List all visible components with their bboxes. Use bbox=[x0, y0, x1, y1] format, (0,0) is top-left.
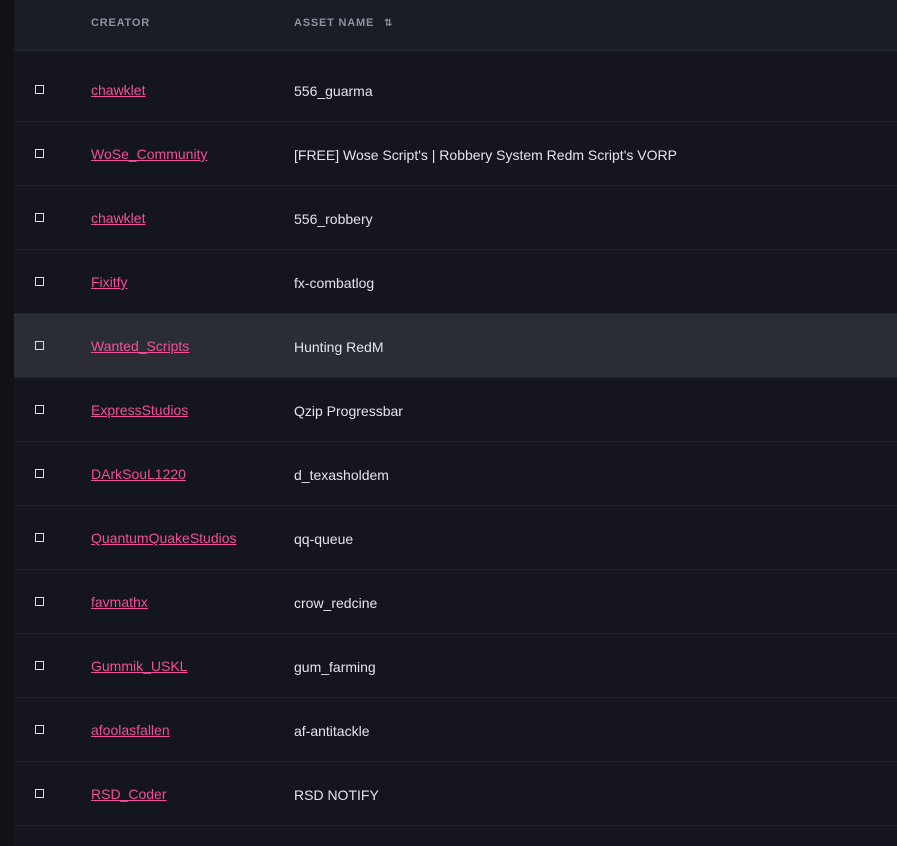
creator-link[interactable]: Gummik_USKL bbox=[91, 658, 187, 674]
creator-link[interactable]: afoolasfallen bbox=[91, 722, 170, 738]
table-row[interactable]: DArkSouL1220 d_texasholdem bbox=[14, 442, 897, 506]
column-header-creator[interactable]: CREATOR bbox=[91, 17, 150, 29]
creator-link[interactable]: chawklet bbox=[91, 82, 145, 98]
row-checkbox[interactable] bbox=[35, 277, 44, 286]
table-row[interactable]: chawklet 556_robbery bbox=[14, 186, 897, 250]
table-row[interactable]: favmathx crow_redcine bbox=[14, 570, 897, 634]
table-row[interactable]: RSD_Coder RSD NOTIFY bbox=[14, 762, 897, 826]
creator-link[interactable]: Wanted_Scripts bbox=[91, 338, 189, 354]
creator-link[interactable]: DArkSouL1220 bbox=[91, 466, 186, 482]
asset-name: fx-combatlog bbox=[294, 275, 375, 291]
table-row[interactable]: Gummik_USKL gum_farming bbox=[14, 634, 897, 698]
row-checkbox[interactable] bbox=[35, 85, 44, 94]
creator-link[interactable]: Fixitfy bbox=[91, 274, 128, 290]
asset-name: Hunting RedM bbox=[294, 339, 384, 355]
row-checkbox[interactable] bbox=[35, 725, 44, 734]
table-row[interactable]: chawklet 556_guarma bbox=[14, 58, 897, 122]
column-header-asset-name-label: ASSET NAME bbox=[294, 17, 375, 29]
table-row[interactable]: WoSe_Community [FREE] Wose Script's | Rob… bbox=[14, 122, 897, 186]
table-header: CREATOR ASSET NAME ⇅ bbox=[14, 0, 897, 51]
asset-name: af-antitackle bbox=[294, 723, 370, 739]
row-checkbox[interactable] bbox=[35, 533, 44, 542]
asset-name: RSD NOTIFY bbox=[294, 787, 379, 803]
creator-link[interactable]: QuantumQuakeStudios bbox=[91, 530, 237, 546]
table-row[interactable]: Wanted_Scripts Hunting RedM bbox=[14, 314, 897, 378]
row-checkbox[interactable] bbox=[35, 597, 44, 606]
table-body: chawklet 556_guarma WoSe_Community [FREE] W… bbox=[14, 58, 897, 826]
asset-name: crow_redcine bbox=[294, 595, 378, 611]
table-row[interactable]: afoolasfallen af-antitackle bbox=[14, 698, 897, 762]
asset-table: CREATOR ASSET NAME ⇅ chawklet 556_guarma Wo… bbox=[14, 0, 897, 846]
row-checkbox[interactable] bbox=[35, 661, 44, 670]
row-checkbox[interactable] bbox=[35, 213, 44, 222]
table-row[interactable]: Fixitfy fx-combatlog bbox=[14, 250, 897, 314]
creator-link[interactable]: favmathx bbox=[91, 594, 148, 610]
asset-name: gum_farming bbox=[294, 659, 376, 675]
asset-name: d_texasholdem bbox=[294, 467, 389, 483]
creator-link[interactable]: RSD_Coder bbox=[91, 786, 166, 802]
table-row[interactable]: ExpressStudios Qzip Progressbar bbox=[14, 378, 897, 442]
asset-name: Qzip Progressbar bbox=[294, 403, 403, 419]
row-checkbox[interactable] bbox=[35, 405, 44, 414]
row-checkbox[interactable] bbox=[35, 149, 44, 158]
asset-name: qq-queue bbox=[294, 531, 354, 547]
row-checkbox[interactable] bbox=[35, 469, 44, 478]
creator-link[interactable]: ExpressStudios bbox=[91, 402, 188, 418]
row-checkbox[interactable] bbox=[35, 789, 44, 798]
sort-icon[interactable]: ⇅ bbox=[384, 18, 393, 30]
asset-name: [FREE] Wose Script's | Robbery System Re… bbox=[294, 147, 677, 163]
row-checkbox[interactable] bbox=[35, 341, 44, 350]
asset-name: 556_guarma bbox=[294, 83, 373, 99]
creator-link[interactable]: chawklet bbox=[91, 210, 145, 226]
creator-link[interactable]: WoSe_Community bbox=[91, 146, 207, 162]
asset-name: 556_robbery bbox=[294, 211, 373, 227]
table-row[interactable]: QuantumQuakeStudios qq-queue bbox=[14, 506, 897, 570]
column-header-asset-name[interactable]: ASSET NAME ⇅ bbox=[294, 17, 393, 30]
